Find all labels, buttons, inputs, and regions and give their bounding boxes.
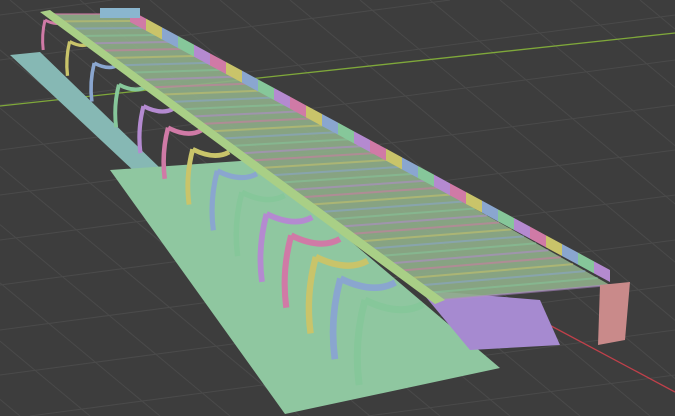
grid-line: [0, 340, 91, 416]
bridge-end-block: [100, 8, 140, 18]
grid-line: [429, 0, 675, 205]
deck-stripe: [79, 33, 167, 37]
grid-line: [569, 0, 675, 88]
3d-viewport[interactable]: [0, 0, 675, 416]
grid-line: [0, 282, 161, 416]
bridge-abutment: [598, 282, 630, 345]
grid-line: [0, 398, 21, 416]
viewport-scene[interactable]: [0, 0, 675, 416]
grid-line: [499, 0, 675, 146]
grid-line: [639, 0, 675, 30]
